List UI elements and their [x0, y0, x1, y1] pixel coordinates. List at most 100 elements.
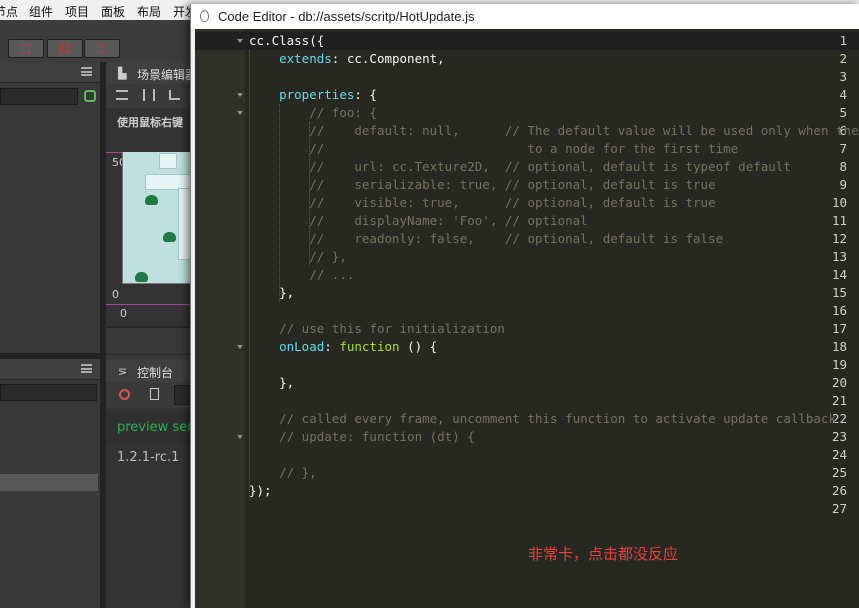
open-log-icon[interactable]: [150, 388, 159, 400]
code-text: : cc.Component,: [331, 51, 445, 66]
console-log-row: preview server: [106, 412, 194, 444]
annotation-text: 非常卡，点击都没反应: [528, 545, 679, 563]
line-number: 17: [831, 321, 847, 336]
fold-arrow-icon[interactable]: [237, 39, 243, 43]
console-header: ⋝ 控制台: [106, 360, 194, 382]
code-line-7: // to a node for the first time: [249, 140, 738, 158]
design-resolution-line: [106, 304, 194, 305]
code-key: properties: [279, 87, 355, 102]
clear-icon[interactable]: [119, 389, 130, 400]
code-comment: // ...: [309, 267, 355, 282]
line-number: 20: [831, 375, 847, 390]
game-preview-image: [122, 152, 195, 284]
align-top-icon[interactable]: [116, 90, 128, 100]
menu-item-node[interactable]: 节点: [0, 3, 18, 20]
scene-editor-header: ▙ 场景编辑器: [106, 62, 197, 84]
code-comment: // },: [309, 249, 347, 264]
menu-item-project[interactable]: 项目: [65, 3, 89, 20]
link-icon[interactable]: [84, 90, 96, 102]
code-line-15: },: [249, 284, 294, 302]
code-comment: // visible: true, // optional, default i…: [309, 195, 716, 210]
code-line-10: // visible: true, // optional, default i…: [249, 194, 716, 212]
global-tool-button[interactable]: [84, 39, 120, 58]
main-toolbar: [0, 20, 200, 63]
code-key: onLoad: [279, 339, 325, 354]
align-bottom-icon[interactable]: [169, 90, 180, 100]
line-number: 24: [831, 447, 847, 462]
axis-label-y0: 0: [112, 288, 119, 301]
line-number: 16: [831, 303, 847, 318]
line-number: 13: [831, 249, 847, 264]
code-text: });: [249, 483, 272, 498]
separator: [106, 354, 194, 355]
code-comment: // called every frame, uncomment this fu…: [279, 411, 837, 426]
code-line-17: // use this for initialization: [249, 320, 505, 338]
code-comment: // update: function (dt) {: [279, 429, 475, 444]
fold-arrow-icon[interactable]: [237, 93, 243, 97]
menu-icon[interactable]: [81, 364, 92, 373]
axis-label-x0: 0: [120, 307, 127, 320]
globe-icon: [97, 43, 106, 53]
code-line-5: // foo: {: [249, 104, 377, 122]
line-number: 1: [839, 33, 847, 48]
asset-row-selected[interactable]: [0, 474, 98, 491]
align-center-icon[interactable]: [143, 89, 155, 101]
code-text: :: [324, 339, 340, 354]
code-comment: // readonly: false, // optional, default…: [309, 231, 724, 246]
code-comment: // },: [279, 465, 317, 480]
code-comment: // foo: {: [309, 105, 377, 120]
code-line-20: },: [249, 374, 294, 392]
line-number: 12: [831, 231, 847, 246]
code-text: : {: [354, 87, 377, 102]
move-icon: [21, 43, 30, 53]
rect-tool-button[interactable]: [47, 39, 83, 58]
window-titlebar[interactable]: Code Editor - db://assets/scritp/HotUpda…: [191, 4, 859, 29]
console-icon: ⋝: [118, 365, 128, 378]
code-line-18: onLoad: function () {: [249, 338, 437, 356]
hierarchy-header: [0, 62, 100, 83]
console-panel: ⋝ 控制台 preview server 1.2.1-rc.1: [106, 360, 194, 608]
code-line-13: // },: [249, 248, 347, 266]
line-number-gutter: [195, 29, 245, 608]
console-log-preview: preview server: [117, 420, 194, 435]
hierarchy-panel: [0, 62, 100, 608]
center-panels: ▙ 场景编辑器 使用鼠标右键 500 0 0 ⋝ 控制台: [106, 62, 197, 608]
bush: [135, 272, 148, 282]
app-icon: [200, 10, 209, 22]
ice-block: [159, 153, 177, 169]
line-number: 21: [831, 393, 847, 408]
code-comment: // displayName: 'Foo', // optional: [309, 213, 588, 228]
code-comment: // use this for initialization: [279, 321, 505, 336]
line-number: 26: [831, 483, 847, 498]
line-number: 19: [831, 357, 847, 372]
code-editor[interactable]: 1 2 3 4 5 6 7 8 9 10 11 12 13 14 15 16 1…: [195, 29, 859, 608]
code-comment: // default: null, // The default value w…: [309, 123, 859, 138]
hierarchy-search-input[interactable]: [0, 88, 78, 105]
code-line-23: // update: function (dt) {: [249, 428, 475, 446]
line-number: 14: [831, 267, 847, 282]
code-line-8: // url: cc.Texture2D, // optional, defau…: [249, 158, 791, 176]
menu-item-layout[interactable]: 布局: [137, 3, 161, 20]
code-text: },: [279, 285, 295, 300]
code-line-9: // serializable: true, // optional, defa…: [249, 176, 715, 194]
code-line-22: // called every frame, uncomment this fu…: [249, 410, 836, 428]
code-line-6: // default: null, // The default value w…: [249, 122, 859, 140]
menu-item-component[interactable]: 组件: [29, 3, 53, 20]
menu-icon[interactable]: [81, 67, 92, 76]
code-line-25: // },: [249, 464, 317, 482]
line-number: 23: [831, 429, 847, 444]
code-line-12: // readonly: false, // optional, default…: [249, 230, 723, 248]
line-number: 4: [839, 87, 847, 102]
code-comment: // to a node for the first time: [309, 141, 739, 156]
code-line-26: });: [249, 482, 272, 500]
menu-item-panel[interactable]: 面板: [101, 3, 125, 20]
fold-arrow-icon[interactable]: [237, 111, 243, 115]
scene-hint: 使用鼠标右键: [117, 116, 183, 129]
fold-arrow-icon[interactable]: [237, 435, 243, 439]
scene-view[interactable]: 使用鼠标右键 500 0 0: [106, 108, 195, 328]
line-number: 9: [839, 177, 847, 192]
fold-arrow-icon[interactable]: [237, 345, 243, 349]
assets-header: [0, 359, 100, 380]
move-tool-button[interactable]: [8, 39, 44, 58]
assets-search-input[interactable]: [0, 384, 97, 401]
